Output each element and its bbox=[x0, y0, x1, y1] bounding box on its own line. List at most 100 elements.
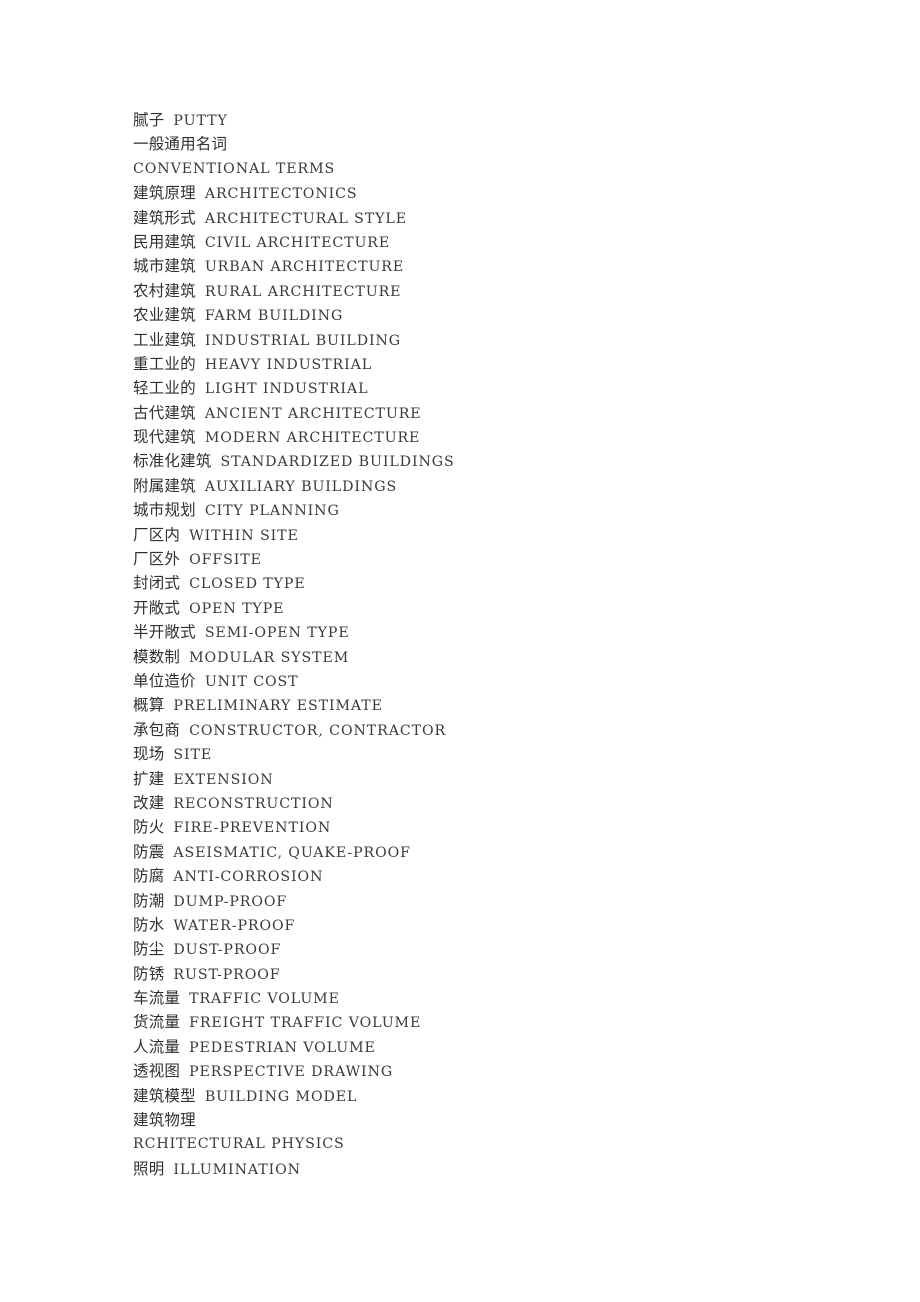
glossary-term-english: PRELIMINARY ESTIMATE bbox=[173, 698, 383, 715]
glossary-term-english: EXTENSION bbox=[173, 771, 274, 788]
glossary-entry: 附属建筑 AUXILIARY BUILDINGS bbox=[133, 474, 873, 498]
glossary-term-english: HEAVY INDUSTRIAL bbox=[204, 356, 373, 373]
glossary-term-chinese: 货流量 bbox=[133, 1013, 181, 1032]
glossary-term-english: CIVIL ARCHITECTURE bbox=[204, 234, 391, 251]
glossary-term-english: SITE bbox=[173, 747, 213, 764]
glossary-term-english: TRAFFIC VOLUME bbox=[189, 991, 340, 1008]
glossary-term-english: OFFSITE bbox=[189, 552, 262, 569]
glossary-entry: 城市规划 CITY PLANNING bbox=[133, 498, 873, 522]
glossary-term-chinese: 改建 bbox=[133, 793, 165, 812]
glossary-term-chinese: 附属建筑 bbox=[133, 476, 196, 495]
glossary-term-english: WITHIN SITE bbox=[189, 527, 299, 544]
glossary-term-chinese: 城市建筑 bbox=[133, 257, 196, 276]
glossary-list: 腻子 PUTTY 一般通用名词 CONVENTIONAL TERMS 建筑原理 ARCHI… bbox=[133, 108, 873, 1181]
glossary-entry: RCHITECTURAL PHYSICS bbox=[133, 1132, 873, 1156]
glossary-term-english: RCHITECTURAL PHYSICS bbox=[133, 1136, 345, 1153]
glossary-term-chinese: 建筑原理 bbox=[133, 184, 196, 203]
glossary-term-chinese: 农村建筑 bbox=[133, 281, 196, 300]
glossary-term-chinese: 民用建筑 bbox=[133, 232, 196, 251]
glossary-term-english: BUILDING MODEL bbox=[204, 1088, 358, 1105]
glossary-term-chinese: 防尘 bbox=[133, 940, 165, 959]
glossary-entry: 人流量 PEDESTRIAN VOLUME bbox=[133, 1035, 873, 1059]
glossary-term-chinese: 防水 bbox=[133, 915, 165, 934]
glossary-term-chinese: 车流量 bbox=[133, 989, 181, 1008]
glossary-term-english: DUST-PROOF bbox=[173, 942, 282, 959]
glossary-entry: 防锈 RUST-PROOF bbox=[133, 962, 873, 986]
glossary-entry: 防潮 DUMP-PROOF bbox=[133, 889, 873, 913]
glossary-term-english: WATER-PROOF bbox=[173, 917, 296, 934]
glossary-term-chinese: 城市规划 bbox=[133, 501, 196, 520]
glossary-term-english: INDUSTRIAL BUILDING bbox=[204, 332, 402, 349]
glossary-entry: 防水 WATER-PROOF bbox=[133, 913, 873, 937]
glossary-term-english: FARM BUILDING bbox=[204, 308, 344, 325]
glossary-term-chinese: 建筑形式 bbox=[133, 208, 196, 227]
glossary-entry: 农业建筑 FARM BUILDING bbox=[133, 303, 873, 327]
glossary-term-english: MODERN ARCHITECTURE bbox=[204, 430, 421, 447]
glossary-entry: 城市建筑 URBAN ARCHITECTURE bbox=[133, 254, 873, 278]
glossary-entry: 建筑形式 ARCHITECTURAL STYLE bbox=[133, 206, 873, 230]
glossary-term-chinese: 模数制 bbox=[133, 647, 181, 666]
glossary-term-english: FIRE-PREVENTION bbox=[173, 820, 332, 837]
glossary-entry: 半开敞式 SEMI-OPEN TYPE bbox=[133, 620, 873, 644]
glossary-term-chinese: 建筑物理 bbox=[133, 1111, 196, 1130]
glossary-term-chinese: 单位造价 bbox=[133, 671, 196, 690]
glossary-term-chinese: 照明 bbox=[133, 1159, 165, 1178]
glossary-term-chinese: 轻工业的 bbox=[133, 379, 196, 398]
glossary-term-english: UNIT COST bbox=[204, 673, 299, 690]
glossary-term-english: CLOSED TYPE bbox=[189, 576, 306, 593]
glossary-term-chinese: 现代建筑 bbox=[133, 428, 196, 447]
glossary-term-chinese: 建筑模型 bbox=[133, 1086, 196, 1105]
glossary-entry: 现代建筑 MODERN ARCHITECTURE bbox=[133, 425, 873, 449]
glossary-term-english: ANCIENT ARCHITECTURE bbox=[204, 405, 422, 422]
glossary-term-english: RURAL ARCHITECTURE bbox=[204, 283, 402, 300]
glossary-term-english: ILLUMINATION bbox=[173, 1161, 301, 1178]
glossary-term-chinese: 概算 bbox=[133, 696, 165, 715]
glossary-term-chinese: 厂区外 bbox=[133, 550, 181, 569]
glossary-entry: 建筑原理 ARCHITECTONICS bbox=[133, 181, 873, 205]
glossary-entry: 透视图 PERSPECTIVE DRAWING bbox=[133, 1059, 873, 1083]
glossary-entry: 改建 RECONSTRUCTION bbox=[133, 791, 873, 815]
glossary-term-chinese: 现场 bbox=[133, 745, 165, 764]
glossary-entry: 照明 ILLUMINATION bbox=[133, 1157, 873, 1181]
glossary-term-english: PUTTY bbox=[173, 113, 228, 129]
glossary-entry: CONVENTIONAL TERMS bbox=[133, 157, 873, 181]
glossary-entry: 货流量 FREIGHT TRAFFIC VOLUME bbox=[133, 1010, 873, 1034]
glossary-term-chinese: 古代建筑 bbox=[133, 403, 196, 422]
glossary-term-english: ANTI-CORROSION bbox=[173, 869, 324, 886]
glossary-term-chinese: 防震 bbox=[133, 842, 165, 861]
glossary-entry: 一般通用名词 bbox=[133, 132, 873, 156]
glossary-term-chinese: 扩建 bbox=[133, 769, 165, 788]
glossary-term-english: MODULAR SYSTEM bbox=[189, 649, 350, 666]
glossary-entry: 重工业的 HEAVY INDUSTRIAL bbox=[133, 352, 873, 376]
glossary-term-chinese: 防潮 bbox=[133, 891, 165, 910]
glossary-entry: 车流量 TRAFFIC VOLUME bbox=[133, 986, 873, 1010]
glossary-term-chinese: 开敞式 bbox=[133, 598, 181, 617]
glossary-term-chinese: 半开敞式 bbox=[133, 623, 196, 642]
glossary-term-chinese: 承包商 bbox=[133, 720, 181, 739]
glossary-term-english: FREIGHT TRAFFIC VOLUME bbox=[189, 1015, 422, 1032]
glossary-entry: 扩建 EXTENSION bbox=[133, 767, 873, 791]
glossary-entry: 现场 SITE bbox=[133, 742, 873, 766]
glossary-term-english: ARCHITECTONICS bbox=[204, 186, 358, 203]
glossary-term-chinese: 一般通用名词 bbox=[133, 135, 228, 154]
glossary-entry: 标准化建筑 STANDARDIZED BUILDINGS bbox=[133, 449, 873, 473]
glossary-term-english: ASEISMATIC, QUAKE-PROOF bbox=[173, 844, 411, 861]
glossary-entry: 腻子 PUTTY bbox=[133, 108, 873, 132]
glossary-entry: 模数制 MODULAR SYSTEM bbox=[133, 645, 873, 669]
document-page: 腻子 PUTTY 一般通用名词 CONVENTIONAL TERMS 建筑原理 ARCHI… bbox=[0, 0, 920, 1302]
glossary-term-english: SEMI-OPEN TYPE bbox=[204, 625, 350, 642]
glossary-term-chinese: 工业建筑 bbox=[133, 330, 196, 349]
glossary-term-english: RECONSTRUCTION bbox=[173, 795, 334, 812]
glossary-entry: 轻工业的 LIGHT INDUSTRIAL bbox=[133, 376, 873, 400]
glossary-entry: 建筑物理 bbox=[133, 1108, 873, 1132]
glossary-entry: 防震 ASEISMATIC, QUAKE-PROOF bbox=[133, 840, 873, 864]
glossary-term-english: OPEN TYPE bbox=[189, 600, 285, 617]
glossary-entry: 承包商 CONSTRUCTOR, CONTRACTOR bbox=[133, 718, 873, 742]
glossary-term-chinese: 防火 bbox=[133, 818, 165, 837]
glossary-term-english: PERSPECTIVE DRAWING bbox=[189, 1064, 394, 1081]
glossary-term-english: DUMP-PROOF bbox=[173, 893, 288, 910]
glossary-term-chinese: 防锈 bbox=[133, 964, 165, 983]
glossary-entry: 防腐 ANTI-CORROSION bbox=[133, 864, 873, 888]
glossary-entry: 单位造价 UNIT COST bbox=[133, 669, 873, 693]
glossary-entry: 厂区内 WITHIN SITE bbox=[133, 523, 873, 547]
